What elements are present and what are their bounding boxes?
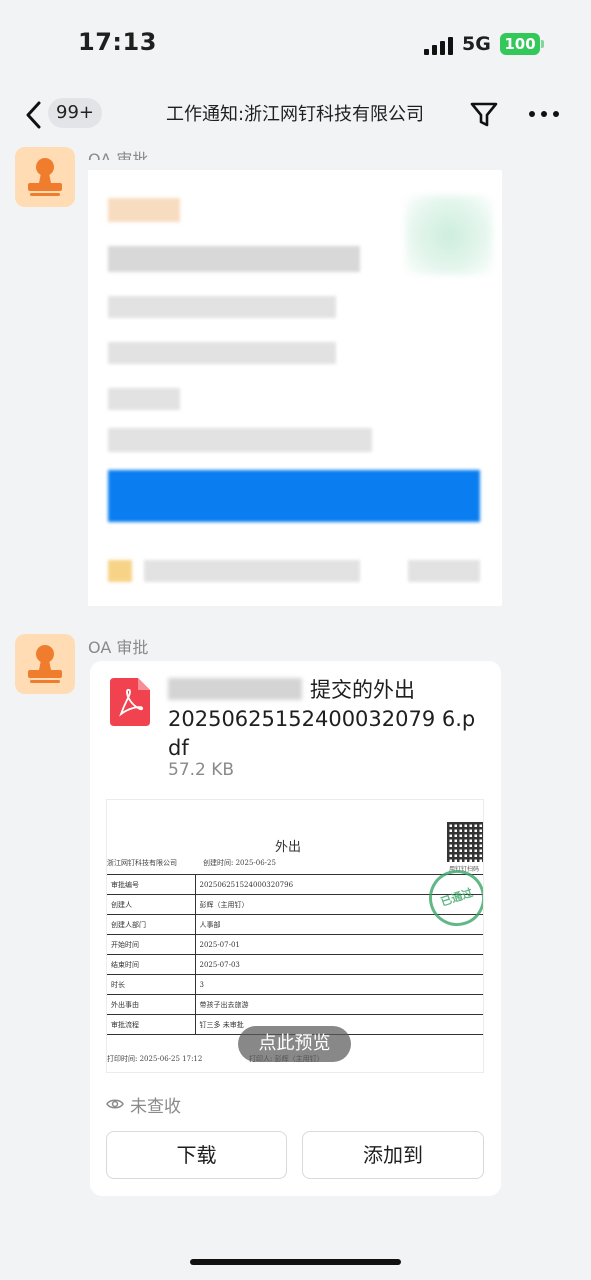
- pdf-file-icon: [110, 678, 150, 726]
- battery-tip: [541, 40, 544, 48]
- table-row: 创建人 彭辉（主用钉）: [107, 894, 483, 915]
- table-row: 结束时间 2025-07-03: [107, 954, 483, 975]
- sender-name: OA 审批: [88, 638, 149, 657]
- blurred-text-line: [408, 560, 480, 582]
- blurred-text-line: [144, 560, 360, 582]
- blurred-text-line: [108, 342, 336, 364]
- stamp-icon: [28, 158, 62, 196]
- table-row: 时长 3: [107, 974, 483, 995]
- page-title: 工作通知:浙江网钉科技有限公司: [165, 104, 425, 125]
- table-row: 审批编号 202506251524000320796: [107, 874, 483, 895]
- blurred-tag: [108, 198, 180, 222]
- read-status: 未查收: [130, 1097, 181, 1117]
- blurred-qr: [405, 195, 493, 275]
- network-type: 5G: [462, 33, 491, 55]
- stamp-icon: [28, 645, 62, 683]
- status-bar: 17:13 5G 100: [0, 0, 591, 88]
- nav-bar: 99+ 工作通知:浙江网钉科技有限公司: [0, 88, 591, 140]
- file-size: 57.2 KB: [168, 760, 235, 780]
- blurred-text-line: [108, 428, 372, 452]
- preview-button[interactable]: 点此预览: [238, 1026, 351, 1062]
- print-time: 打印时间: 2025-06-25 17:12: [107, 1055, 203, 1063]
- oa-avatar[interactable]: [15, 634, 75, 694]
- add-to-button[interactable]: 添加到: [302, 1131, 484, 1179]
- oa-avatar[interactable]: [15, 147, 75, 207]
- table-row: 外出事由 带孩子出去旅游: [107, 994, 483, 1015]
- more-icon: [529, 111, 559, 117]
- filter-icon: [470, 102, 498, 127]
- blurred-submitter: [168, 678, 302, 700]
- status-time: 17:13: [78, 28, 157, 56]
- doc-company: 浙江网钉科技有限公司: [107, 859, 177, 867]
- file-title[interactable]: 提交的外出 20250625152400032079 6.pdf: [168, 676, 488, 763]
- unread-count-badge: 99+: [48, 98, 102, 128]
- download-button[interactable]: 下载: [106, 1131, 287, 1179]
- blurred-icon: [108, 560, 132, 582]
- doc-created: 创建时间: 2025-06-25: [203, 859, 276, 867]
- blurred-text-line: [108, 246, 360, 272]
- doc-title: 外出: [275, 840, 302, 855]
- file-name: 20250625152400032079 6.pdf: [168, 707, 476, 760]
- sender-name: OA 审批: [88, 150, 149, 160]
- blurred-action-button[interactable]: [108, 470, 480, 522]
- back-button[interactable]: 99+: [18, 96, 104, 132]
- eye-icon: [106, 1099, 124, 1109]
- home-indicator[interactable]: [190, 1259, 401, 1265]
- signal-icon: [424, 35, 454, 55]
- table-row: 创建人部门 人事部: [107, 914, 483, 935]
- doc-table: 审批编号 202506251524000320796 创建人 彭辉（主用钉） 创建人…: [107, 874, 483, 1035]
- table-row: 开始时间 2025-07-01: [107, 934, 483, 955]
- battery-icon: 100: [500, 33, 540, 55]
- filter-button[interactable]: [466, 96, 502, 132]
- blurred-text-line: [108, 388, 180, 410]
- chevron-left-icon: [26, 101, 41, 129]
- blurred-text-line: [108, 296, 336, 318]
- qr-code-icon: [447, 822, 483, 862]
- more-button[interactable]: [524, 96, 564, 132]
